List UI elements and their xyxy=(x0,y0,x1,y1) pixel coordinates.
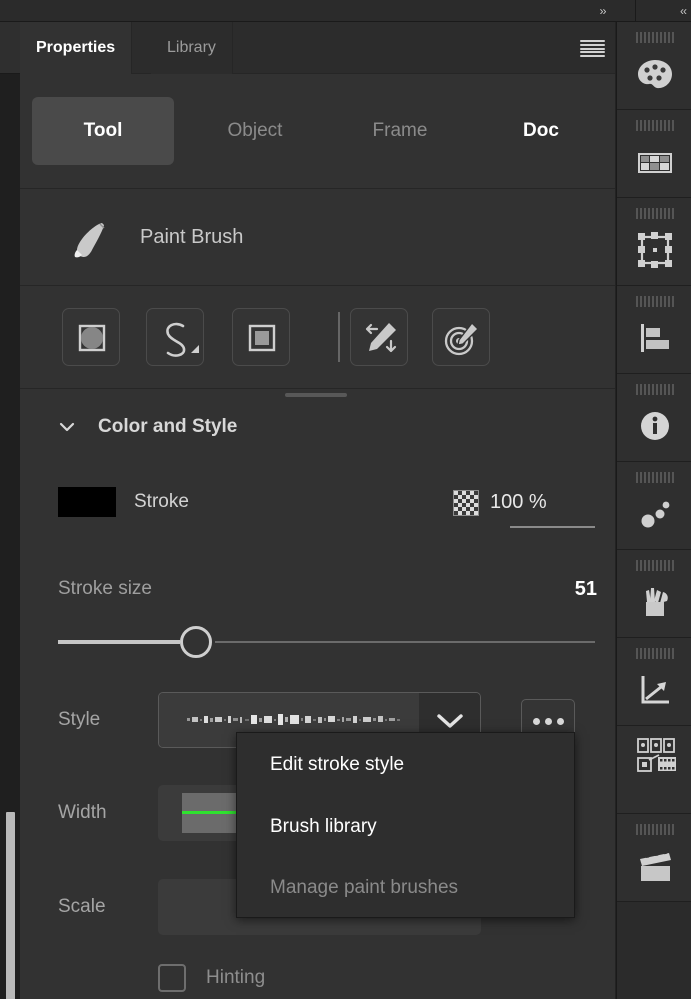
particles-dots-icon xyxy=(633,492,677,536)
clapperboard-icon xyxy=(633,844,677,888)
rail-grip-handle[interactable] xyxy=(636,384,674,395)
expand-panels-button[interactable]: ›› xyxy=(580,0,625,22)
stroke-size-slider[interactable] xyxy=(58,635,595,649)
menu-item-manage-paint-brushes: Manage paint brushes xyxy=(270,869,458,907)
graph-arrow-icon xyxy=(633,668,677,712)
segment-doc[interactable]: Doc xyxy=(476,97,606,165)
segment-frame[interactable]: Frame xyxy=(330,97,470,165)
opacity-field-underline xyxy=(510,526,595,528)
brush-jar-icon xyxy=(633,580,677,624)
panel-scrollbar-track[interactable] xyxy=(3,405,12,845)
app-window: ›› ‹‹ Properties Library Tool Object Fra… xyxy=(0,0,691,999)
toolbar-divider xyxy=(338,312,340,362)
s-curve-stroke-icon[interactable] xyxy=(146,308,204,366)
header-divider xyxy=(635,0,636,22)
slider-filled-track xyxy=(58,640,180,644)
rail-item-transition-panel[interactable] xyxy=(617,726,691,814)
rail-item-color-panel[interactable] xyxy=(617,22,691,110)
rail-grip-handle[interactable] xyxy=(636,32,674,43)
panel-resize-grabber[interactable] xyxy=(285,393,347,397)
slider-handle[interactable] xyxy=(180,626,212,658)
rail-item-graph-panel[interactable] xyxy=(617,638,691,726)
rail-grip-handle[interactable] xyxy=(636,560,674,571)
rail-item-transform-panel[interactable] xyxy=(617,198,691,286)
rail-empty-area xyxy=(617,902,691,999)
panel-menu-icon[interactable] xyxy=(580,40,605,57)
tab-library[interactable]: Library xyxy=(151,22,233,74)
rail-grip-handle[interactable] xyxy=(636,472,674,483)
width-label: Width xyxy=(58,781,107,845)
color-palette-icon xyxy=(633,52,677,96)
swatches-grid-icon xyxy=(633,140,677,184)
stroke-row: Stroke 100 % xyxy=(20,466,615,538)
fill-circle-in-square-icon[interactable] xyxy=(62,308,120,366)
transparency-checker-icon[interactable] xyxy=(453,490,479,516)
menu-item-edit-stroke-style[interactable]: Edit stroke style xyxy=(270,746,404,784)
stroke-size-row: Stroke size 51 xyxy=(20,570,615,608)
align-left-icon xyxy=(633,316,677,360)
rail-grip-handle[interactable] xyxy=(636,120,674,131)
chevron-down-icon[interactable] xyxy=(58,418,76,436)
hinting-checkbox[interactable] xyxy=(158,964,186,992)
current-tool-name: Paint Brush xyxy=(140,189,243,286)
style-context-menu: Edit stroke style Brush library Manage p… xyxy=(236,732,575,918)
tab-properties[interactable]: Properties xyxy=(20,22,132,74)
panel-rail xyxy=(616,22,691,999)
transform-handles-icon xyxy=(633,228,677,272)
rail-item-swatches-panel[interactable] xyxy=(617,110,691,198)
stroke-size-value[interactable]: 51 xyxy=(575,570,597,608)
collapse-rail-button[interactable]: ‹‹ xyxy=(665,0,691,22)
pencil-target-icon[interactable] xyxy=(432,308,490,366)
stroke-color-swatch[interactable] xyxy=(58,487,116,517)
panel-scrollbar-thumb[interactable] xyxy=(6,812,15,999)
info-circle-icon xyxy=(633,404,677,448)
style-label: Style xyxy=(58,688,100,752)
section-color-and-style[interactable]: Color and Style xyxy=(20,404,615,450)
rail-grip-handle[interactable] xyxy=(636,648,674,659)
rail-item-animation-panel[interactable] xyxy=(617,814,691,902)
section-title: Color and Style xyxy=(98,404,237,450)
segment-object[interactable]: Object xyxy=(185,97,325,165)
pencil-arrows-icon[interactable] xyxy=(350,308,408,366)
segment-tool[interactable]: Tool xyxy=(32,97,174,165)
left-edge-strip xyxy=(0,0,20,999)
rail-grip-handle[interactable] xyxy=(636,296,674,307)
left-strip-second-segment xyxy=(0,22,20,74)
tool-options-row xyxy=(20,286,615,389)
film-transition-icon xyxy=(633,736,677,780)
rail-item-align-panel[interactable] xyxy=(617,286,691,374)
rail-item-symbols-panel[interactable] xyxy=(617,462,691,550)
left-strip-top-segment xyxy=(0,0,20,22)
rail-grip-handle[interactable] xyxy=(636,824,674,835)
scale-label: Scale xyxy=(58,875,106,939)
scope-segmented-control: Tool Object Frame Doc xyxy=(20,74,615,189)
current-tool-header: Paint Brush xyxy=(20,189,615,286)
paint-brush-icon xyxy=(66,217,110,261)
slider-remaining-track xyxy=(215,641,595,643)
filled-square-icon[interactable] xyxy=(232,308,290,366)
stroke-label: Stroke xyxy=(134,466,189,538)
menu-item-brush-library[interactable]: Brush library xyxy=(270,808,377,846)
panel-header-bar: ›› ‹‹ xyxy=(20,0,691,22)
stroke-size-label: Stroke size xyxy=(58,570,152,608)
rail-grip-handle[interactable] xyxy=(636,208,674,219)
panel-tab-row: Properties Library xyxy=(20,22,615,74)
rail-item-brushes-panel[interactable] xyxy=(617,550,691,638)
hinting-row: Hinting xyxy=(20,952,615,999)
hinting-label: Hinting xyxy=(206,952,265,999)
rail-item-info-panel[interactable] xyxy=(617,374,691,462)
